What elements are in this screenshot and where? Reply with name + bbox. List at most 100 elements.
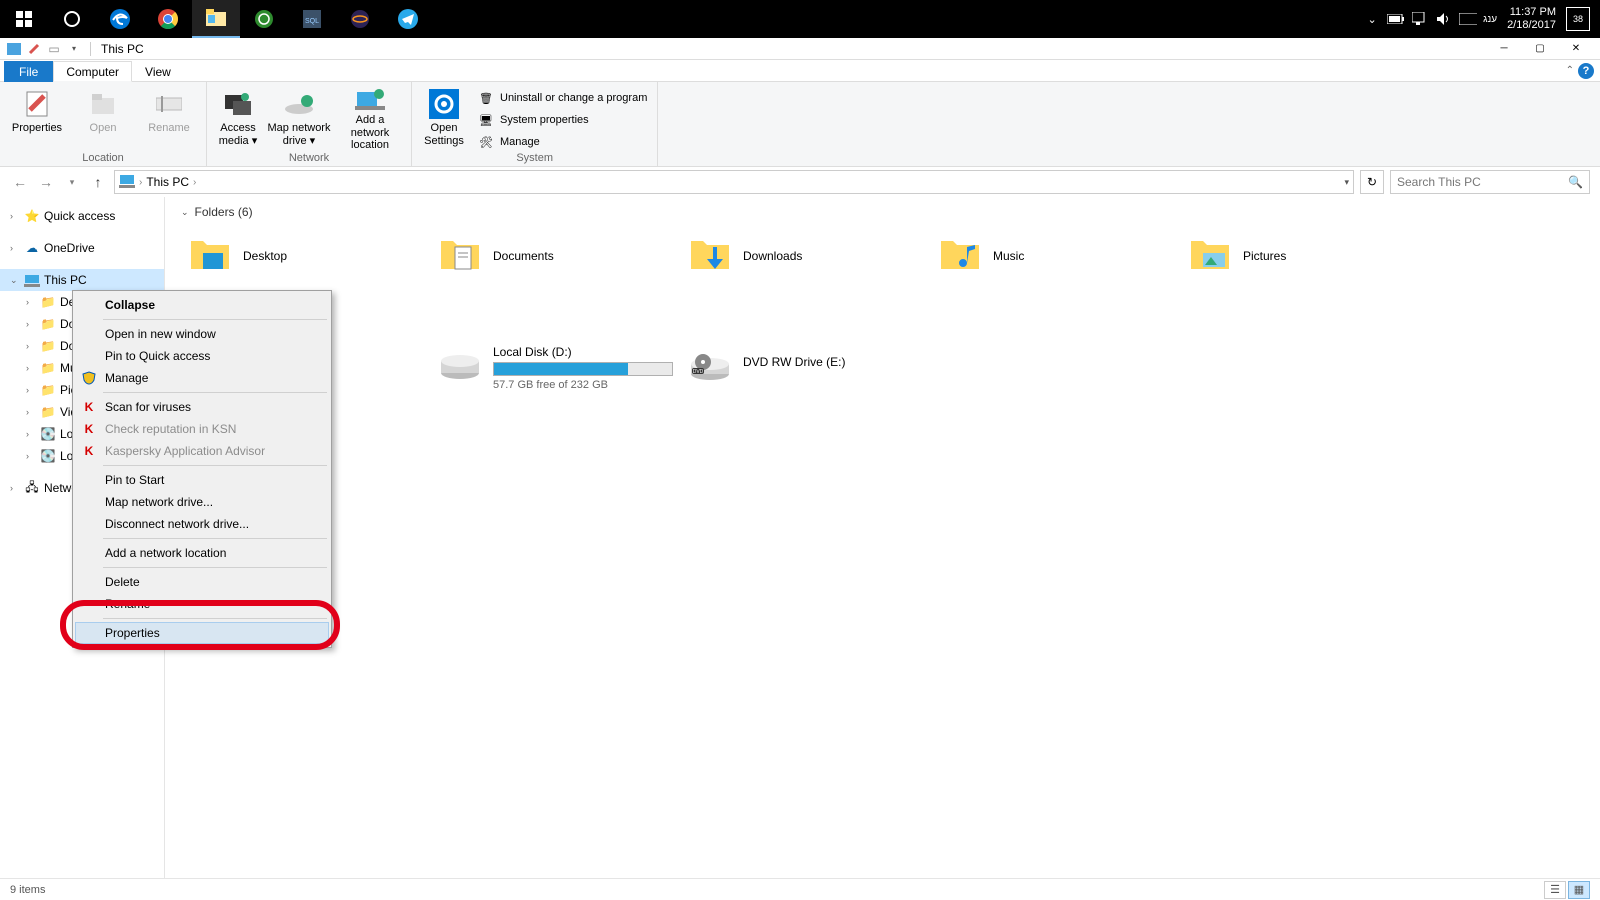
volume-icon[interactable] <box>1435 10 1453 28</box>
language-indicator[interactable]: ענג <box>1483 10 1497 28</box>
cortana-button[interactable] <box>48 0 96 38</box>
folder-icon: 📁 <box>40 338 56 354</box>
tree-onedrive[interactable]: ›☁OneDrive <box>0 237 164 259</box>
ribbon-properties-button[interactable]: Properties <box>6 86 68 148</box>
qat-new-folder-icon[interactable]: ▭ <box>46 41 62 57</box>
ctx-add-network-location[interactable]: Add a network location <box>75 542 329 564</box>
cloud-icon: ☁ <box>24 240 40 256</box>
ctx-disconnect-drive[interactable]: Disconnect network drive... <box>75 513 329 535</box>
documents-folder-icon <box>439 235 481 277</box>
minimize-button[interactable]: ─ <box>1486 38 1522 60</box>
ctx-pin-quick[interactable]: Pin to Quick access <box>75 345 329 367</box>
ribbon-manage-button[interactable]: 🛠Manage <box>474 132 651 152</box>
view-details-button[interactable]: ☰ <box>1544 881 1566 899</box>
ctx-pin-start[interactable]: Pin to Start <box>75 469 329 491</box>
status-bar: 9 items ☰ ▦ <box>0 878 1600 900</box>
chrome-icon[interactable] <box>144 0 192 38</box>
nav-forward-button[interactable]: → <box>36 172 56 192</box>
tray-chevron-icon[interactable]: ⌄ <box>1363 10 1381 28</box>
downloads-folder-icon <box>689 235 731 277</box>
ribbon-uninstall-button[interactable]: 🗑Uninstall or change a program <box>474 88 651 108</box>
group-label-system: System <box>418 152 651 164</box>
folder-documents[interactable]: Documents <box>431 227 681 285</box>
breadcrumb-thispc[interactable]: This PC <box>146 175 189 189</box>
tree-quick-access[interactable]: ›⭐Quick access <box>0 205 164 227</box>
battery-icon[interactable] <box>1387 10 1405 28</box>
ctx-rename[interactable]: Rename <box>75 593 329 615</box>
nav-recent-button[interactable]: ▾ <box>62 172 82 192</box>
uninstall-icon: 🗑 <box>478 90 494 106</box>
kaspersky-icon: K <box>81 399 97 415</box>
ctx-check-ksn: KCheck reputation in KSN <box>75 418 329 440</box>
tree-thispc[interactable]: ⌄This PC <box>0 269 164 291</box>
app-icon-2[interactable]: SQL <box>288 0 336 38</box>
music-folder-icon <box>939 235 981 277</box>
ctx-delete[interactable]: Delete <box>75 571 329 593</box>
view-tiles-button[interactable]: ▦ <box>1568 881 1590 899</box>
desktop-folder-icon <box>189 235 231 277</box>
refresh-button[interactable]: ↻ <box>1360 170 1384 194</box>
folder-pictures[interactable]: Pictures <box>1181 227 1431 285</box>
pictures-folder-icon <box>1189 235 1231 277</box>
ribbon-access-media-button[interactable]: Access media ▾ <box>213 86 263 148</box>
qat-dropdown-icon[interactable]: ▾ <box>66 41 82 57</box>
nav-back-button[interactable]: ← <box>10 172 30 192</box>
ribbon-rename-button[interactable]: Rename <box>138 86 200 148</box>
content-pane: ⌄Folders (6) Desktop Documents Downloads… <box>165 197 1600 878</box>
keyboard-icon[interactable] <box>1459 10 1477 28</box>
maximize-button[interactable]: ▢ <box>1522 38 1558 60</box>
network-icon: 🖧 <box>24 480 40 496</box>
ribbon-map-drive-button[interactable]: Map network drive ▾ <box>267 86 331 148</box>
nav-up-button[interactable]: ↑ <box>88 172 108 192</box>
hdd-icon <box>439 345 481 387</box>
tab-computer[interactable]: Computer <box>53 61 132 82</box>
tab-file[interactable]: File <box>4 61 53 82</box>
eclipse-icon[interactable] <box>336 0 384 38</box>
help-icon[interactable]: ? <box>1578 63 1594 79</box>
add-location-icon <box>354 88 386 112</box>
search-placeholder: Search This PC <box>1397 175 1481 189</box>
network-icon[interactable] <box>1411 10 1429 28</box>
action-center-icon[interactable]: 38 <box>1566 7 1590 31</box>
ribbon-tabs: File Computer View ⌃ ? <box>0 60 1600 82</box>
ribbon-open-settings-button[interactable]: Open Settings <box>418 86 470 148</box>
tab-view[interactable]: View <box>132 61 184 82</box>
folder-downloads[interactable]: Downloads <box>681 227 931 285</box>
folder-icon: 📁 <box>40 360 56 376</box>
ctx-scan-viruses[interactable]: KScan for viruses <box>75 396 329 418</box>
drive-dvd[interactable]: DVD DVD RW Drive (E:) <box>681 345 931 391</box>
ribbon-open-button[interactable]: Open <box>72 86 134 148</box>
folder-desktop[interactable]: Desktop <box>181 227 431 285</box>
folder-music[interactable]: Music <box>931 227 1181 285</box>
ctx-open-new-window[interactable]: Open in new window <box>75 323 329 345</box>
folder-icon: 📁 <box>40 294 56 310</box>
drive-local-d[interactable]: Local Disk (D:) 57.7 GB free of 232 GB <box>431 345 681 391</box>
ctx-map-drive[interactable]: Map network drive... <box>75 491 329 513</box>
explorer-taskbar-icon[interactable] <box>192 0 240 38</box>
ribbon-sysprops-button[interactable]: 🖥System properties <box>474 110 651 130</box>
app-icon-1[interactable] <box>240 0 288 38</box>
search-input[interactable]: Search This PC 🔍 <box>1390 170 1590 194</box>
drive-icon: 💽 <box>40 426 56 442</box>
qat-properties-icon[interactable] <box>26 41 42 57</box>
edge-icon[interactable] <box>96 0 144 38</box>
rename-icon <box>153 88 185 120</box>
taskbar-clock[interactable]: 11:37 PM 2/18/2017 <box>1503 6 1560 32</box>
ctx-manage[interactable]: Manage <box>75 367 329 389</box>
thispc-addr-icon <box>119 174 135 190</box>
start-button[interactable] <box>0 0 48 38</box>
address-bar[interactable]: › This PC › ▾ <box>114 170 1354 194</box>
close-button[interactable]: ✕ <box>1558 38 1594 60</box>
chevron-right-icon[interactable]: › <box>139 177 142 188</box>
chevron-right-icon[interactable]: › <box>193 177 196 188</box>
ctx-properties[interactable]: Properties <box>75 622 329 644</box>
folders-group-header[interactable]: ⌄Folders (6) <box>181 205 1584 219</box>
status-item-count: 9 items <box>10 884 45 896</box>
ribbon-collapse-icon[interactable]: ⌃ <box>1566 65 1574 76</box>
ribbon-add-location-button[interactable]: Add a network location <box>335 86 405 148</box>
ctx-collapse[interactable]: Collapse <box>75 294 329 316</box>
addr-dropdown-icon[interactable]: ▾ <box>1344 177 1349 188</box>
group-label-location: Location <box>6 152 200 164</box>
kaspersky-icon: K <box>81 421 97 437</box>
telegram-icon[interactable] <box>384 0 432 38</box>
